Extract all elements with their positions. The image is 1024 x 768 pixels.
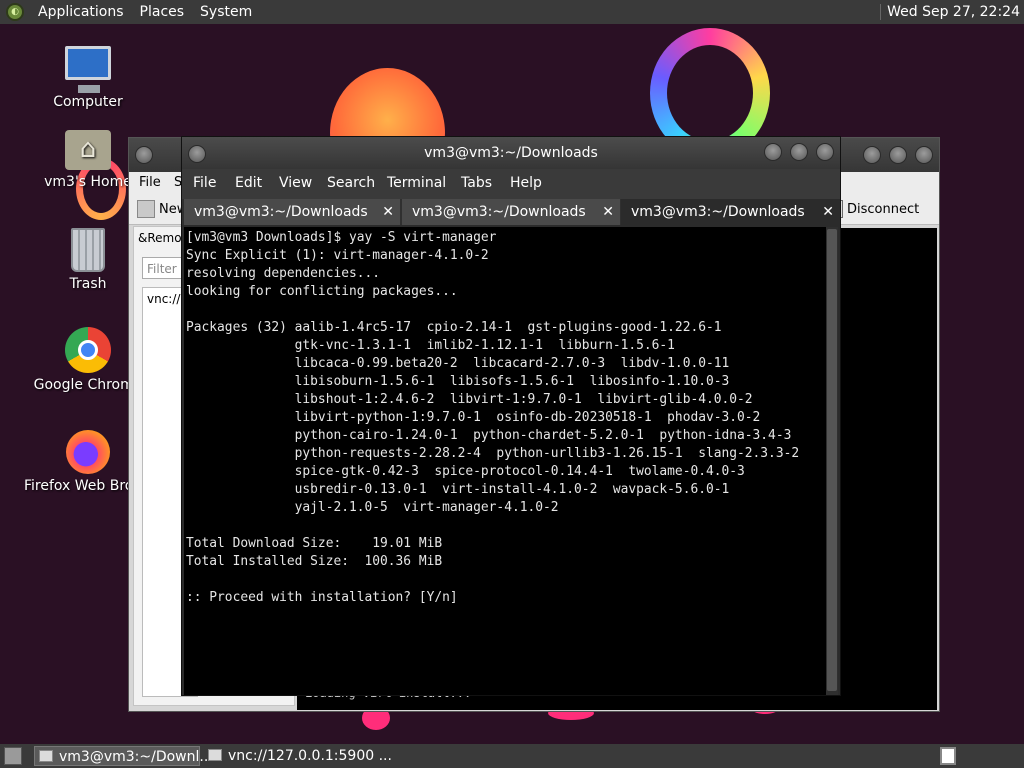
close-icon[interactable] <box>816 143 834 161</box>
bottom-panel: vm3@vm3:~/Downl... vnc://127.0.0.1:5900 … <box>0 744 1024 768</box>
window-title: vm3@vm3:~/Downloads <box>424 145 598 161</box>
terminal-scrollbar[interactable] <box>826 227 838 695</box>
maximize-icon[interactable] <box>889 146 907 164</box>
menu-tabs[interactable]: Tabs <box>461 175 492 191</box>
window-titlebar[interactable]: vm3@vm3:~/Downloads <box>182 137 840 169</box>
tab-label: vm3@vm3:~/Downloads <box>412 204 586 220</box>
taskbar-item-label: vnc://127.0.0.1:5900 ... <box>228 748 392 764</box>
menu-search[interactable]: Search <box>327 175 375 191</box>
computer-icon <box>65 46 111 93</box>
terminal-tab-bar: vm3@vm3:~/Downloads ✕ vm3@vm3:~/Download… <box>182 199 840 225</box>
menu-view[interactable]: View <box>279 175 312 191</box>
close-tab-icon[interactable]: ✕ <box>822 199 834 225</box>
terminal-menubar: File Edit View Search Terminal Tabs Help <box>182 169 840 199</box>
window-menu-icon[interactable] <box>188 145 206 163</box>
terminal-app-icon <box>39 750 53 762</box>
taskbar-item-label: vm3@vm3:~/Downl... <box>59 749 213 765</box>
applications-menu[interactable]: Applications <box>30 4 132 20</box>
firefox-icon <box>66 430 110 474</box>
desktop-icon-computer[interactable]: Computer <box>24 46 152 110</box>
terminal-text: [vm3@vm3 Downloads]$ yay -S virt-manager… <box>186 230 800 605</box>
home-folder-icon <box>65 130 111 170</box>
tab-terminal-3[interactable]: vm3@vm3:~/Downloads ✕ <box>621 199 840 225</box>
terminal-output[interactable]: [vm3@vm3 Downloads]$ yay -S virt-manager… <box>184 227 826 695</box>
menu-file[interactable]: File <box>193 175 216 191</box>
menu-edit[interactable]: Edit <box>235 175 262 191</box>
taskbar-item-vnc[interactable]: vnc://127.0.0.1:5900 ... <box>204 746 392 766</box>
maximize-icon[interactable] <box>790 143 808 161</box>
tab-label: vm3@vm3:~/Downloads <box>631 204 805 220</box>
places-menu[interactable]: Places <box>132 4 193 20</box>
minimize-icon[interactable] <box>764 143 782 161</box>
scrollbar-thumb[interactable] <box>827 229 837 691</box>
tab-label: vm3@vm3:~/Downloads <box>194 204 368 220</box>
distro-logo-icon[interactable]: ◐ <box>6 3 24 21</box>
menu-help[interactable]: Help <box>510 175 542 191</box>
show-desktop-icon[interactable] <box>4 747 22 765</box>
tab-terminal-1[interactable]: vm3@vm3:~/Downloads ✕ <box>184 199 400 225</box>
menu-terminal[interactable]: Terminal <box>387 175 446 191</box>
window-menu-icon[interactable] <box>135 146 153 164</box>
trash-icon <box>71 228 105 272</box>
new-connection-icon <box>137 200 155 218</box>
desktop-icon-label: Computer <box>53 94 123 110</box>
chrome-icon <box>65 327 111 373</box>
close-tab-icon[interactable]: ✕ <box>602 199 614 225</box>
top-panel: ◐ Applications Places System Wed Sep 27,… <box>0 0 1024 24</box>
close-icon[interactable] <box>915 146 933 164</box>
taskbar-item-terminal[interactable]: vm3@vm3:~/Downl... <box>34 746 213 766</box>
workspace-switcher[interactable] <box>940 747 956 765</box>
disconnect-button[interactable]: Disconnect <box>847 202 919 217</box>
close-tab-icon[interactable]: ✕ <box>382 199 394 225</box>
minimize-icon[interactable] <box>863 146 881 164</box>
menu-file[interactable]: File <box>139 175 161 190</box>
window-app-icon <box>208 749 222 761</box>
terminal-window[interactable]: vm3@vm3:~/Downloads File Edit View Searc… <box>181 136 841 696</box>
tab-terminal-2[interactable]: vm3@vm3:~/Downloads ✕ <box>402 199 620 225</box>
system-menu[interactable]: System <box>192 4 260 20</box>
clock[interactable]: Wed Sep 27, 22:24 <box>880 4 1020 20</box>
